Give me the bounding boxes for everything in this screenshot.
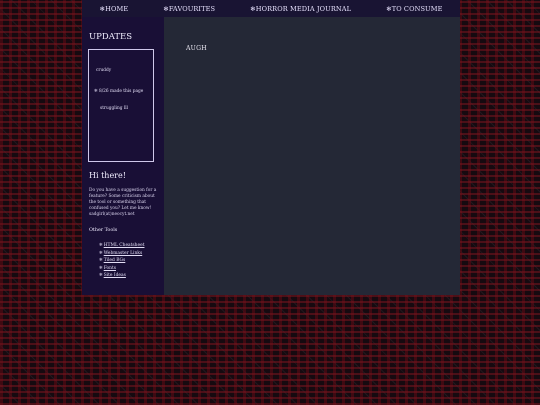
nav-favourites[interactable]: ❄FAVOURITES — [163, 5, 215, 13]
tool-link-label: Webmaster Links — [103, 250, 143, 256]
snowflake-icon: ❄ — [99, 250, 103, 256]
snowflake-icon: ❄ — [99, 265, 103, 271]
snowflake-icon: ❄ — [99, 273, 103, 279]
update-entry: struggling lll — [100, 106, 129, 111]
nav-favourites-label: FAVOURITES — [168, 4, 216, 13]
updates-box[interactable]: cruddy ❄ 8/26 made this page struggling … — [88, 49, 154, 162]
tool-link-label: Tiled BGs — [103, 258, 126, 264]
update-entry: cruddy — [96, 68, 112, 73]
update-entry-text: 8/26 made this page — [98, 89, 144, 94]
snowflake-icon: ❄ — [94, 89, 98, 94]
nav-to-consume-label: TO CONSUME — [391, 4, 443, 13]
updates-title: UPDATES — [89, 32, 133, 42]
main-content: AUGH — [164, 17, 460, 295]
sidebar: UPDATES cruddy ❄ 8/26 made this page str… — [82, 17, 164, 295]
tool-link-webmaster-links[interactable]: ❄Webmaster Links — [99, 250, 144, 258]
main-text: AUGH — [186, 45, 207, 52]
tool-link-html-cheatsheet[interactable]: ❄HTML Cheatsheet — [99, 242, 144, 250]
nav-home-label: HOME — [105, 4, 129, 13]
nav-horror-media-journal[interactable]: ❄HORROR MEDIA JOURNAL — [250, 5, 351, 13]
nav-horror-media-journal-label: HORROR MEDIA JOURNAL — [255, 4, 352, 13]
tool-link-fonts[interactable]: ❄Fonts — [99, 265, 144, 273]
hi-body: Do you have a suggestion for a feature? … — [89, 188, 157, 217]
update-entry: ❄ 8/26 made this page — [94, 89, 143, 94]
tool-link-tiled-bgs[interactable]: ❄Tiled BGs — [99, 257, 144, 265]
hi-title: Hi there! — [89, 171, 126, 180]
nav-to-consume[interactable]: ❄TO CONSUME — [386, 5, 442, 13]
tool-link-site-ideas[interactable]: ❄Site Ideas — [99, 272, 144, 280]
tool-link-label: Fonts — [103, 265, 116, 271]
other-tools-title: Other Tools — [89, 228, 118, 233]
top-nav: ❄HOME ❄FAVOURITES ❄HORROR MEDIA JOURNAL … — [82, 0, 460, 17]
tool-link-label: Site Ideas — [103, 273, 126, 279]
tool-link-label: HTML Cheatsheet — [103, 243, 145, 248]
snowflake-icon: ❄ — [99, 243, 103, 248]
tools-list: ❄HTML Cheatsheet ❄Webmaster Links ❄Tiled… — [99, 242, 144, 280]
snowflake-icon: ❄ — [99, 258, 103, 264]
nav-home[interactable]: ❄HOME — [99, 5, 128, 13]
